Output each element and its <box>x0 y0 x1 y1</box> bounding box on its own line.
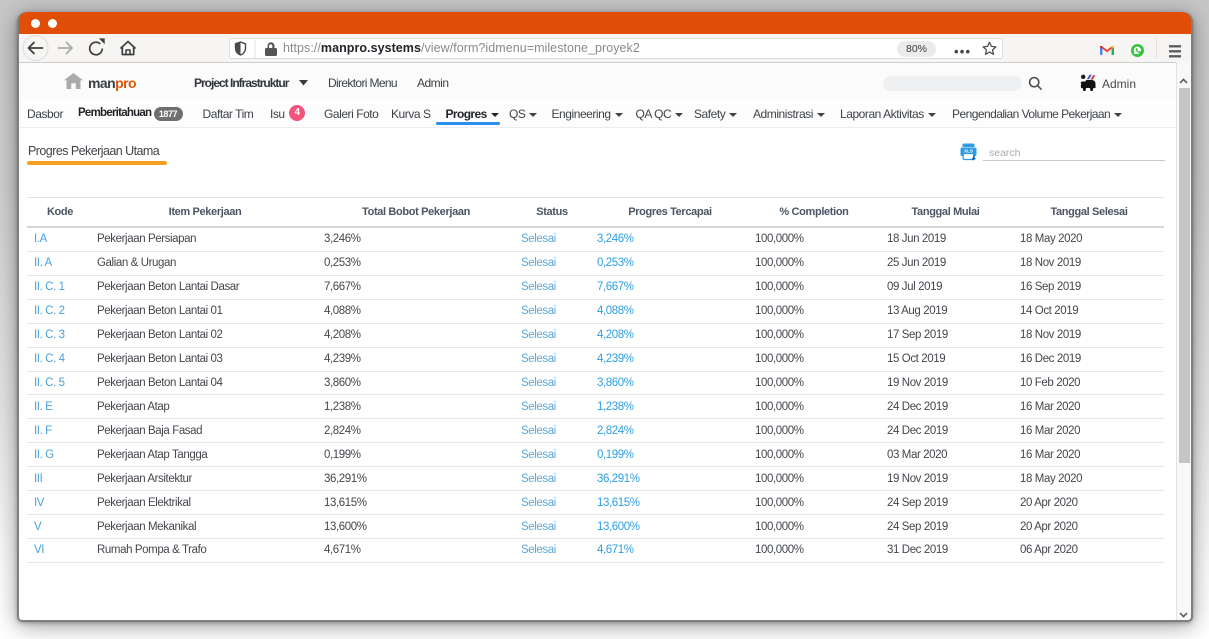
svg-text:XLS: XLS <box>964 149 973 154</box>
